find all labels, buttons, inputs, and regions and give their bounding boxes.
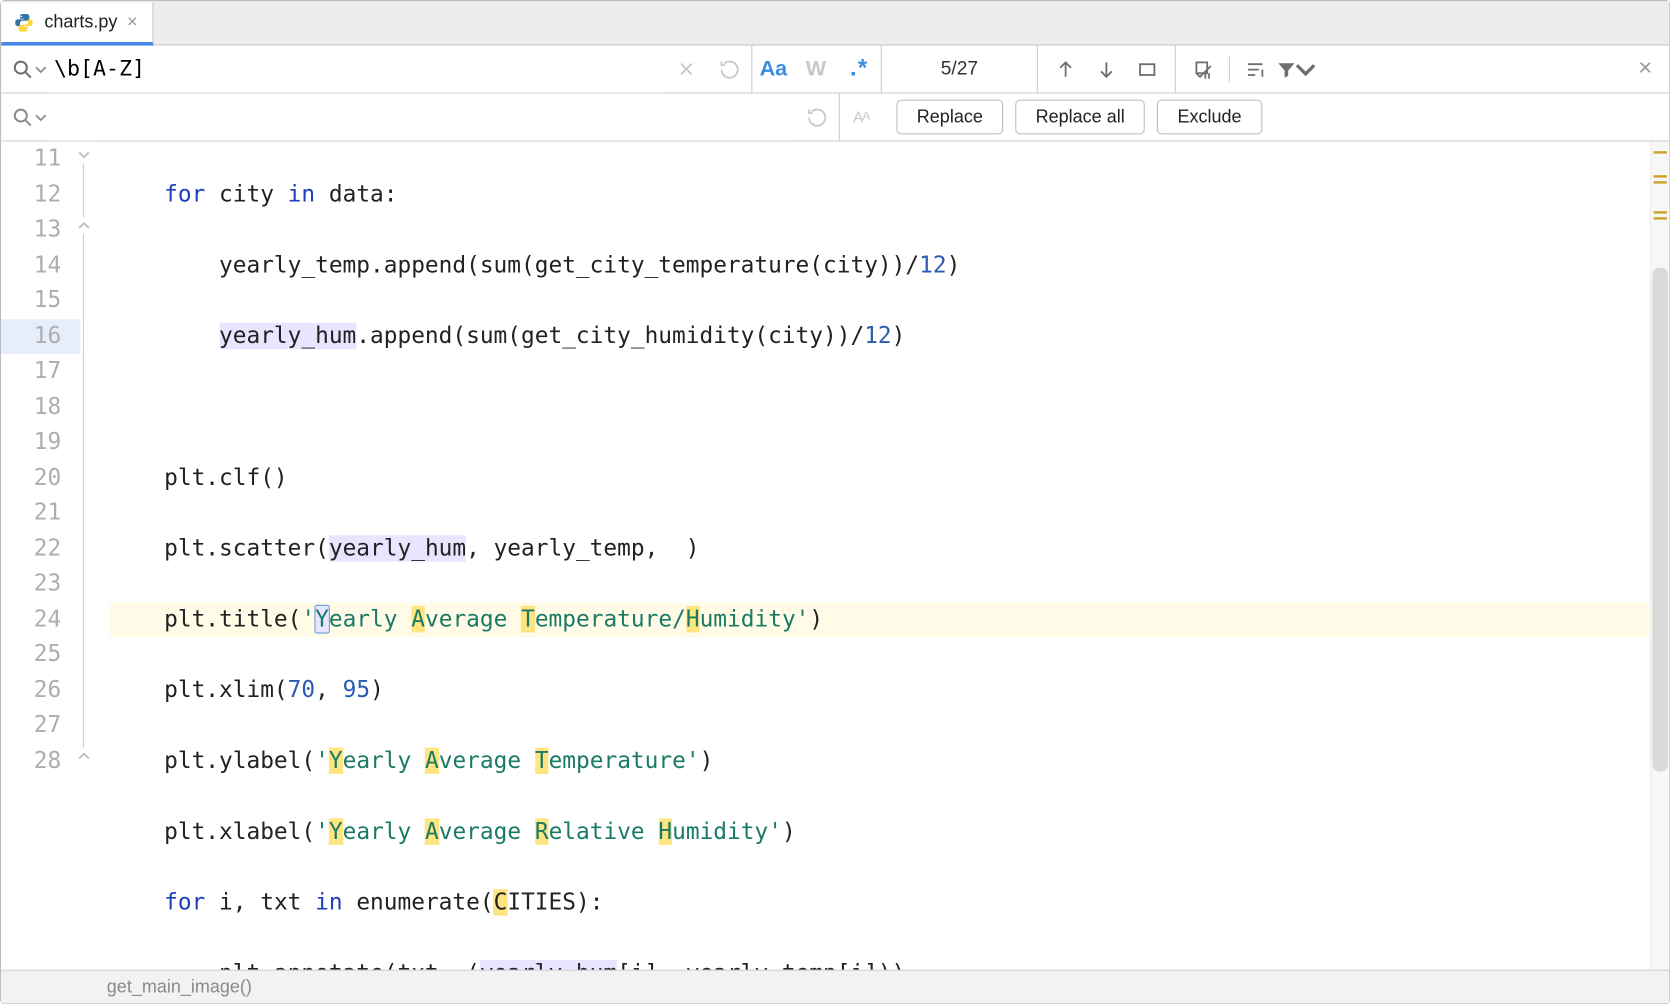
match-count: 5/27 [882,46,1038,93]
tab-bar: charts.py × [1,1,1669,45]
filter-icon[interactable] [1276,45,1317,93]
search-input[interactable] [47,46,665,93]
fold-marker-icon[interactable] [76,146,93,163]
match-case-toggle[interactable]: Aa [751,45,794,93]
code-editor[interactable]: 111213141516171819202122232425262728 for… [1,142,1669,970]
replace-all-button[interactable]: Replace all [1015,100,1145,135]
code-area[interactable]: for city in data: yearly_temp.append(sum… [95,142,1650,970]
regex-toggle[interactable]: .* [838,45,881,93]
replace-history-icon[interactable] [796,93,839,141]
code-line[interactable]: for city in data: [109,177,1650,212]
whole-word-toggle[interactable]: W [794,45,837,93]
search-history-icon[interactable] [708,45,751,93]
code-line[interactable]: plt.scatter(yearly_hum, yearly_temp, ) [109,531,1650,566]
close-find-icon[interactable]: × [1621,46,1669,93]
code-line[interactable] [109,389,1650,424]
next-match-icon[interactable] [1086,45,1127,93]
close-tab-icon[interactable]: × [127,12,138,32]
replace-search-icon[interactable] [11,105,47,129]
fold-marker-icon[interactable] [76,217,93,234]
find-extra-tools [1176,46,1324,93]
code-line[interactable]: yearly_hum.append(sum(get_city_humidity(… [109,319,1650,354]
match-nav [1038,46,1176,93]
search-field-wrap: × Aa W .* [1,46,882,93]
replace-bar: AA Replace Replace all Exclude [1,94,1669,142]
breadcrumb-item[interactable]: get_main_image() [107,977,252,997]
select-all-icon[interactable] [1127,45,1168,93]
code-line[interactable]: for i, txt in enumerate(CITIES): [109,885,1650,920]
find-bar: × Aa W .* 5/27 × [1,46,1669,94]
python-file-icon [13,11,35,33]
code-line[interactable]: plt.ylabel('Yearly Average Temperature') [109,743,1650,778]
marker-strip[interactable] [1650,142,1669,970]
find-options-icon[interactable] [1235,45,1276,93]
line-gutter: 111213141516171819202122232425262728 [1,142,95,970]
code-line[interactable]: plt.xlim(70, 95) [109,673,1650,708]
prev-match-icon[interactable] [1045,45,1086,93]
search-icon[interactable] [11,57,47,81]
tab-label: charts.py [44,12,117,32]
code-line[interactable]: plt.annotate(txt, (yearly_hum[i], yearly… [109,956,1650,970]
code-line[interactable]: plt.xlabel('Yearly Average Relative Humi… [109,814,1650,849]
code-line[interactable]: plt.clf() [109,460,1650,495]
tab-charts[interactable]: charts.py × [1,2,153,45]
code-line[interactable]: plt.title('Yearly Average Temperature/Hu… [109,602,1650,637]
preserve-case-icon[interactable]: AA [839,93,882,141]
fold-marker-icon[interactable] [76,748,93,765]
code-line[interactable]: yearly_temp.append(sum(get_city_temperat… [109,248,1650,283]
multi-cursor-icon[interactable] [1183,45,1224,93]
exclude-button[interactable]: Exclude [1157,100,1262,135]
replace-input[interactable] [47,94,796,141]
breadcrumb[interactable]: get_main_image() [1,970,1669,1004]
clear-search-icon[interactable]: × [665,45,708,93]
replace-button[interactable]: Replace [896,100,1003,135]
